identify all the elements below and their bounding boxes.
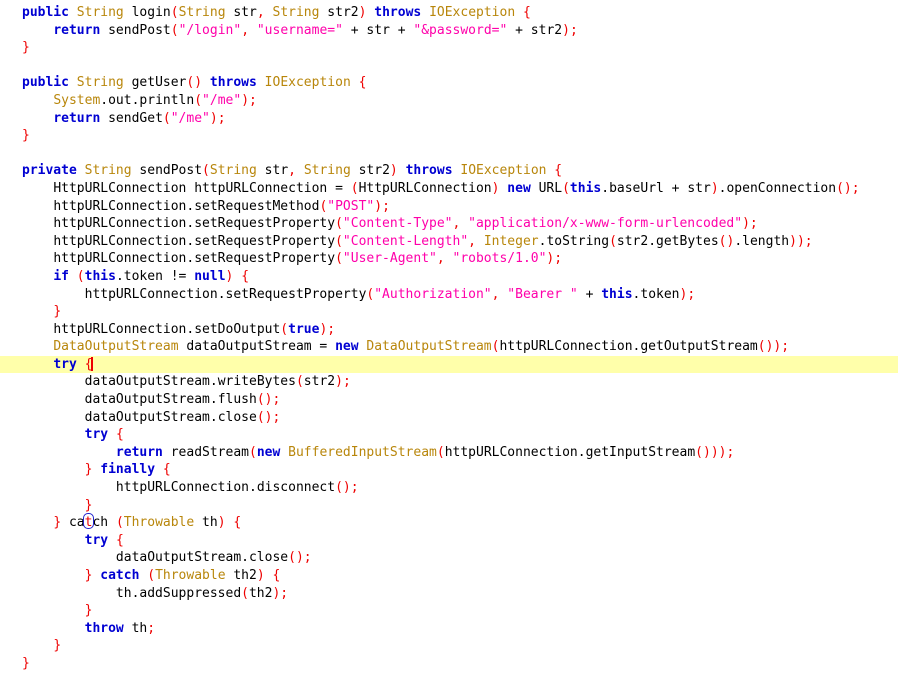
code-line: if (this.token != null) { bbox=[53, 268, 250, 284]
code-line: httpURLConnection.setRequestMethod("POST… bbox=[53, 198, 390, 214]
matching-brace-marker: t bbox=[82, 513, 94, 531]
code-editor[interactable]: public String login(String str, String s… bbox=[0, 0, 898, 671]
code-line: httpURLConnection.setDoOutput(true); bbox=[53, 321, 336, 337]
code-line: httpURLConnection.setRequestProperty("Us… bbox=[53, 251, 563, 267]
code-line: th.addSuppressed(th2); bbox=[115, 585, 289, 601]
code-line: } catch (Throwable th2) { bbox=[84, 568, 281, 583]
code-line: try { bbox=[84, 427, 124, 443]
code-line: return sendGet("/me"); bbox=[53, 110, 226, 126]
code-line: httpURLConnection.setRequestProperty("Au… bbox=[84, 286, 696, 302]
code-line: } bbox=[84, 603, 93, 619]
code-line: } bbox=[22, 655, 30, 671]
code-line: public String getUser() throws IOExcepti… bbox=[22, 75, 367, 91]
code-line: throw th; bbox=[84, 620, 156, 636]
code-line: public String login(String str, String s… bbox=[22, 5, 531, 20]
code-line: httpURLConnection.setRequestProperty("Co… bbox=[53, 216, 758, 232]
code-line: } bbox=[53, 304, 62, 320]
code-line: dataOutputStream.flush(); bbox=[84, 392, 281, 408]
code-line: private String sendPost(String str, Stri… bbox=[22, 163, 563, 179]
code-line: HttpURLConnection httpURLConnection = (H… bbox=[53, 180, 860, 196]
code-line: dataOutputStream.close(); bbox=[115, 550, 312, 566]
code-line: DataOutputStream dataOutputStream = new … bbox=[53, 339, 790, 355]
code-line: try { bbox=[84, 532, 124, 548]
code-line: } bbox=[53, 638, 62, 654]
code-line: dataOutputStream.close(); bbox=[84, 409, 281, 425]
code-line: System.out.println("/me"); bbox=[53, 92, 257, 108]
code-line: } catch (Throwable th) { bbox=[53, 513, 242, 531]
code-line: try { bbox=[53, 356, 94, 372]
text-caret bbox=[91, 356, 94, 371]
code-line: } finally { bbox=[84, 462, 171, 478]
code-line: httpURLConnection.setRequestProperty("Co… bbox=[53, 233, 813, 249]
code-content[interactable]: public String login(String str, String s… bbox=[0, 0, 898, 673]
code-line: } bbox=[84, 497, 93, 513]
code-line: dataOutputStream.writeBytes(str2); bbox=[84, 374, 351, 390]
code-line: return readStream(new BufferedInputStrea… bbox=[115, 444, 735, 460]
code-line: } bbox=[22, 128, 30, 144]
code-line: } bbox=[22, 40, 30, 56]
code-line: httpURLConnection.disconnect(); bbox=[115, 480, 359, 496]
code-line: return sendPost("/login", "username=" + … bbox=[53, 22, 578, 38]
